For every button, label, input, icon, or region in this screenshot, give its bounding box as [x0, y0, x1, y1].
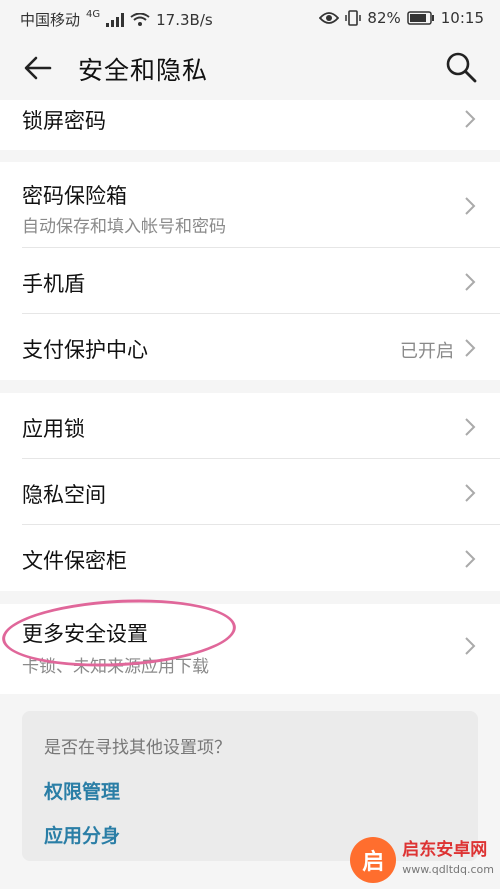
clock: 10:15: [440, 9, 484, 27]
back-arrow-icon[interactable]: [20, 50, 56, 86]
item-subtitle: 卡锁、未知来源应用下载: [22, 657, 209, 677]
item-label: 更多安全设置: [22, 622, 148, 646]
status-text: 已开启: [400, 341, 454, 362]
chevron-right-icon: [465, 110, 476, 128]
page-title: 安全和隐私: [78, 56, 209, 85]
item-label: 手机盾: [22, 272, 85, 296]
watermark-logo: 启: [350, 837, 397, 883]
chevron-right-icon: [465, 550, 476, 568]
item-subtitle: 自动保存和填入帐号和密码: [22, 217, 226, 237]
list-item-file-safe[interactable]: 文件保密柜: [0, 525, 500, 591]
watermark-name: 启东安卓网: [402, 840, 488, 860]
settings-group-4: 更多安全设置 卡锁、未知来源应用下载: [0, 604, 500, 694]
battery-icon: [407, 11, 434, 25]
status-bar: 中国移动 4G 17.3B/s 82% 10:15: [0, 0, 500, 36]
chevron-right-icon: [465, 339, 476, 357]
chevron-right-icon: [465, 484, 476, 502]
watermark-url: www.qdltdq.com: [402, 863, 494, 876]
link-permission-management[interactable]: 权限管理: [44, 777, 120, 804]
item-label: 锁屏密码: [22, 109, 106, 133]
battery-percent: 82%: [367, 9, 401, 27]
chevron-right-icon: [465, 418, 476, 436]
chevron-right-icon: [465, 197, 476, 215]
suggestion-question: 是否在寻找其他设置项？: [44, 738, 231, 758]
link-app-twin[interactable]: 应用分身: [44, 821, 120, 848]
list-item-phone-shield[interactable]: 手机盾: [0, 248, 500, 314]
list-item-private-space[interactable]: 隐私空间: [0, 459, 500, 525]
network-type: 4G: [86, 9, 101, 20]
chevron-right-icon: [465, 637, 476, 655]
eye-icon: [319, 12, 340, 24]
item-label: 支付保护中心: [22, 338, 148, 362]
watermark: 启 启东安卓网 www.qdltdq.com: [350, 837, 494, 883]
item-label: 隐私空间: [22, 483, 106, 507]
vibrate-icon: [345, 10, 362, 26]
list-item-more-security-settings[interactable]: 更多安全设置 卡锁、未知来源应用下载: [0, 604, 500, 694]
chevron-right-icon: [465, 273, 476, 291]
list-item-lock-screen-password[interactable]: 锁屏密码: [0, 100, 500, 150]
list-item-payment-protection[interactable]: 支付保护中心 已开启: [0, 314, 500, 380]
settings-group-3: 应用锁 隐私空间 文件保密柜: [0, 393, 500, 591]
list-item-password-vault[interactable]: 密码保险箱 自动保存和填入帐号和密码: [0, 162, 500, 248]
item-label: 应用锁: [22, 417, 85, 441]
list-item-app-lock[interactable]: 应用锁: [0, 393, 500, 459]
signal-icon: [106, 12, 125, 27]
settings-group-2: 密码保险箱 自动保存和填入帐号和密码 手机盾 支付保护中心 已开启: [0, 162, 500, 380]
carrier-label: 中国移动: [20, 11, 81, 29]
app-bar: 安全和隐私: [0, 36, 500, 100]
item-label: 密码保险箱: [22, 184, 127, 208]
settings-group-1: 锁屏密码: [0, 100, 500, 150]
wifi-icon: [130, 12, 150, 26]
net-speed: 17.3B/s: [156, 10, 213, 29]
item-label: 文件保密柜: [22, 549, 127, 573]
search-icon[interactable]: [444, 50, 478, 84]
